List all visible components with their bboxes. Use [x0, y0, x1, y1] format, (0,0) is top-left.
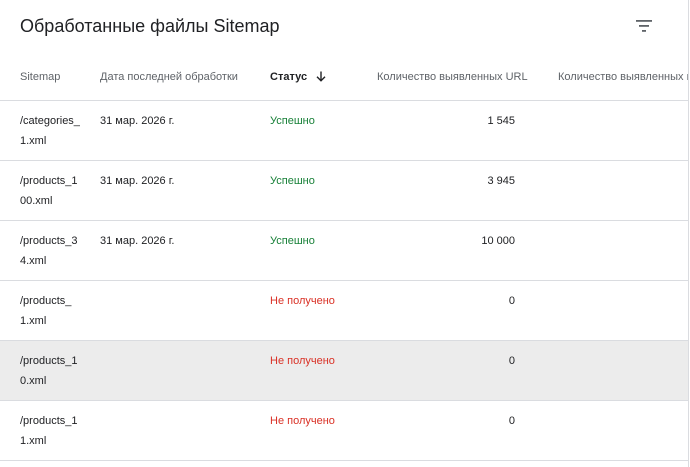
column-header-status-label: Статус: [270, 71, 308, 83]
column-header-sitemap[interactable]: Sitemap: [20, 71, 60, 83]
status-cell: Не получено: [270, 415, 335, 427]
column-header-date[interactable]: Дата последней обработки: [100, 71, 238, 83]
filter-list-icon: [636, 20, 652, 32]
date-cell: 31 мар. 2026 г.: [100, 175, 175, 187]
url-count-cell: 10 000: [481, 235, 515, 247]
url-count-cell: 0: [508, 295, 515, 307]
url-count-cell: 1 545: [487, 115, 515, 127]
sitemap-cell: /products_1 1.xml: [20, 415, 78, 447]
sitemap-cell: /products_ 1.xml: [20, 295, 72, 327]
url-count-cell: 3 945: [487, 175, 515, 187]
table-row[interactable]: /products_1 00.xml 31 мар. 2026 г. Успеш…: [0, 161, 688, 221]
sitemap-cell: /categories_ 1.xml: [20, 115, 80, 147]
date-cell: 31 мар. 2026 г.: [100, 115, 175, 127]
filter-button[interactable]: [630, 12, 658, 40]
sitemaps-card: Обработанные файлы Sitemap Sitemap Дата …: [0, 0, 689, 467]
arrow-down-icon: [316, 71, 326, 82]
sitemap-cell: /products_1 00.xml: [20, 175, 78, 207]
status-cell: Не получено: [270, 355, 335, 367]
status-cell: Не получено: [270, 295, 335, 307]
status-cell: Успешно: [270, 235, 315, 247]
table-header: Sitemap Дата последней обработки Статус …: [0, 55, 688, 101]
table-row[interactable]: /products_ 1.xml Не получено 0: [0, 281, 688, 341]
status-cell: Успешно: [270, 115, 315, 127]
date-cell: 31 мар. 2026 г.: [100, 235, 175, 247]
table-row[interactable]: /products_1 0.xml Не получено 0: [0, 341, 688, 401]
url-count-cell: 0: [508, 415, 515, 427]
table-row[interactable]: /products_1 1.xml Не получено 0: [0, 401, 688, 461]
card-header: Обработанные файлы Sitemap: [0, 0, 688, 55]
card-title: Обработанные файлы Sitemap: [20, 16, 280, 36]
sitemap-cell: /products_1 0.xml: [20, 355, 78, 387]
status-cell: Успешно: [270, 175, 315, 187]
table-row[interactable]: /products_3 4.xml 31 мар. 2026 г. Успешн…: [0, 221, 688, 281]
url-count-cell: 0: [508, 355, 515, 367]
column-header-status[interactable]: Статус: [270, 71, 326, 83]
column-header-videos[interactable]: Количество выявленных видео: [558, 71, 688, 83]
sitemap-cell: /products_3 4.xml: [20, 235, 78, 267]
column-header-urls[interactable]: Количество выявленных URL: [377, 71, 528, 83]
table-row[interactable]: /categories_ 1.xml 31 мар. 2026 г. Успеш…: [0, 101, 688, 161]
